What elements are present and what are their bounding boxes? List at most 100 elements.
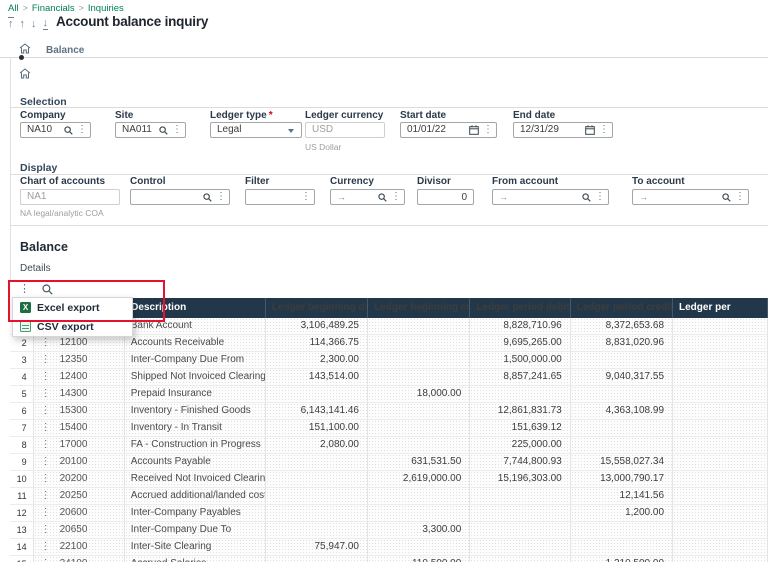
row-kebab-icon[interactable]: ⋮	[41, 508, 51, 518]
cell-ledger-per	[673, 488, 768, 504]
cell-ledger-beginning-debit	[265, 454, 368, 470]
start-date-input[interactable]: 01/01/22 ⋮	[400, 122, 497, 138]
cell-ledger-beginning-credit	[367, 403, 471, 419]
cell-ledger-per	[673, 556, 768, 562]
table-row[interactable]: 6 ⋮ 15300 Inventory - Finished Goods 6,14…	[10, 403, 768, 420]
cell-ledger-per	[673, 471, 768, 487]
table-row[interactable]: 9 ⋮ 20100 Accounts Payable 631,531.50 7,7…	[10, 454, 768, 471]
row-kebab-icon[interactable]: ⋮	[41, 372, 51, 382]
row-kebab-icon[interactable]: ⋮	[41, 440, 51, 450]
company-input[interactable]: NA10 ⋮	[20, 122, 91, 138]
previous-record-icon[interactable]: ↑	[20, 18, 26, 30]
to-account-input[interactable]: → ⋮	[632, 189, 749, 205]
table-row[interactable]: 10 ⋮ 20200 Received Not Invoiced Clearing…	[10, 471, 768, 488]
header-description[interactable]: Description	[125, 298, 266, 318]
csv-icon	[20, 321, 31, 332]
filter-input[interactable]: ⋮	[245, 189, 315, 205]
table-row[interactable]: 13 ⋮ 20650 Inter-Company Due To 3,300.00	[10, 522, 768, 539]
cell-description: Inter-Company Due To	[124, 522, 266, 538]
cell-account: ⋮ 17000	[33, 437, 125, 453]
kebab-icon[interactable]: ⋮	[599, 125, 609, 135]
first-record-icon[interactable]: ↑	[8, 17, 14, 30]
kebab-icon[interactable]: ⋮	[483, 125, 493, 135]
grid-options-kebab-icon[interactable]: ⋮	[19, 284, 30, 295]
kebab-icon[interactable]: ⋮	[301, 192, 311, 202]
kebab-icon[interactable]: ⋮	[735, 192, 745, 202]
ledger-type-label: Ledger type *	[210, 110, 273, 121]
breadcrumb-all[interactable]: All	[8, 3, 19, 14]
cell-row-number: 3	[10, 352, 34, 368]
cell-ledger-per	[673, 420, 768, 436]
table-row[interactable]: 15 ⋮24100 Accrued Salaries 110,500.00 1,…	[10, 556, 768, 562]
row-kebab-icon[interactable]: ⋮	[41, 474, 51, 484]
search-icon[interactable]	[203, 192, 212, 202]
home-tab-icon[interactable]	[19, 43, 31, 54]
search-icon[interactable]	[582, 192, 591, 202]
header-ledger-period-credit[interactable]: Ledger period credit	[571, 298, 673, 318]
kebab-icon[interactable]: ⋮	[595, 192, 605, 202]
control-input[interactable]: ⋮	[130, 189, 230, 205]
row-kebab-icon[interactable]: ⋮	[41, 338, 51, 348]
table-row[interactable]: 5 ⋮ 14300 Prepaid Insurance 18,000.00	[10, 386, 768, 403]
search-icon[interactable]	[722, 192, 731, 202]
row-kebab-icon[interactable]: ⋮	[41, 406, 51, 416]
header-ledger-beginning-debit[interactable]: Ledger beginning debi...	[266, 298, 369, 318]
end-date-input[interactable]: 12/31/29 ⋮	[513, 122, 613, 138]
row-kebab-icon[interactable]: ⋮	[41, 423, 51, 433]
cell-ledger-period-credit: 13,000,790.17	[570, 471, 674, 487]
table-row[interactable]: 14 ⋮ 22100 Inter-Site Clearing 75,947.00	[10, 539, 768, 556]
cell-ledger-beginning-debit	[265, 522, 368, 538]
search-icon[interactable]	[378, 192, 387, 202]
next-record-icon[interactable]: ↓	[31, 18, 37, 30]
kebab-icon[interactable]: ⋮	[391, 192, 401, 202]
cell-ledger-period-credit: 4,363,108.99	[570, 403, 674, 419]
breadcrumb-financials[interactable]: Financials	[32, 3, 75, 14]
row-kebab-icon[interactable]: ⋮	[41, 457, 51, 467]
menu-item-excel-export[interactable]: X Excel export	[13, 298, 132, 317]
table-row[interactable]: 11 ⋮ 20250 Accrued additional/landed cost…	[10, 488, 768, 505]
table-row[interactable]: 2 ⋮ 12100 Accounts Receivable 114,366.75 …	[10, 335, 768, 352]
ledger-type-select[interactable]: Legal	[210, 122, 302, 138]
cell-ledger-per	[673, 437, 768, 453]
cell-ledger-beginning-debit: 2,080.00	[265, 437, 368, 453]
cell-ledger-period-credit: 1,200.00	[570, 505, 674, 521]
dropdown-caret-icon	[288, 129, 294, 133]
row-kebab-icon[interactable]: ⋮	[41, 355, 51, 365]
currency-input[interactable]: → ⋮	[330, 189, 405, 205]
kebab-icon[interactable]: ⋮	[172, 125, 182, 135]
calendar-icon[interactable]	[585, 125, 595, 135]
arrow-right-icon: →	[337, 192, 346, 202]
row-kebab-icon[interactable]: ⋮	[41, 542, 51, 552]
divisor-input[interactable]: 0	[417, 189, 474, 205]
menu-item-csv-export[interactable]: CSV export	[13, 317, 132, 336]
section-home-icon[interactable]	[19, 68, 31, 79]
header-ledger-period-debit[interactable]: Ledger period debit	[470, 298, 571, 318]
search-icon[interactable]	[64, 125, 73, 135]
table-row[interactable]: 4 ⋮ 12400 Shipped Not Invoiced Clearing 1…	[10, 369, 768, 386]
table-row[interactable]: 7 ⋮ 15400 Inventory - In Transit 151,100.…	[10, 420, 768, 437]
last-record-icon[interactable]: ↓	[42, 17, 48, 30]
search-icon[interactable]	[159, 125, 168, 135]
cell-account: ⋮ 22100	[33, 539, 125, 555]
cell-ledger-beginning-credit: 3,300.00	[367, 522, 471, 538]
ledger-currency-input: USD	[305, 122, 385, 138]
kebab-icon[interactable]: ⋮	[216, 192, 226, 202]
row-kebab-icon[interactable]: ⋮	[41, 389, 51, 399]
end-date-label: End date	[513, 110, 556, 121]
header-ledger-per[interactable]: Ledger per	[673, 298, 768, 318]
row-kebab-icon[interactable]: ⋮	[41, 491, 51, 501]
calendar-icon[interactable]	[469, 125, 479, 135]
tab-balance[interactable]: Balance	[46, 45, 84, 56]
header-ledger-beginning-credit[interactable]: Ledger beginning credi...	[368, 298, 471, 318]
from-account-input[interactable]: → ⋮	[492, 189, 609, 205]
table-row[interactable]: 8 ⋮ 17000 FA - Construction in Progress 2…	[10, 437, 768, 454]
kebab-icon[interactable]: ⋮	[77, 125, 87, 135]
table-row[interactable]: 3 ⋮ 12350 Inter-Company Due From 2,300.00…	[10, 352, 768, 369]
grid-search-icon[interactable]	[42, 283, 53, 295]
cell-account: ⋮ 15400	[33, 420, 125, 436]
row-kebab-icon[interactable]: ⋮	[41, 525, 51, 535]
cell-ledger-period-debit: 7,744,800.93	[470, 454, 571, 470]
table-row[interactable]: 12 ⋮ 20600 Inter-Company Payables 1,200.0…	[10, 505, 768, 522]
breadcrumb-inquiries[interactable]: Inquiries	[88, 3, 124, 14]
site-input[interactable]: NA011 ⋮	[115, 122, 186, 138]
